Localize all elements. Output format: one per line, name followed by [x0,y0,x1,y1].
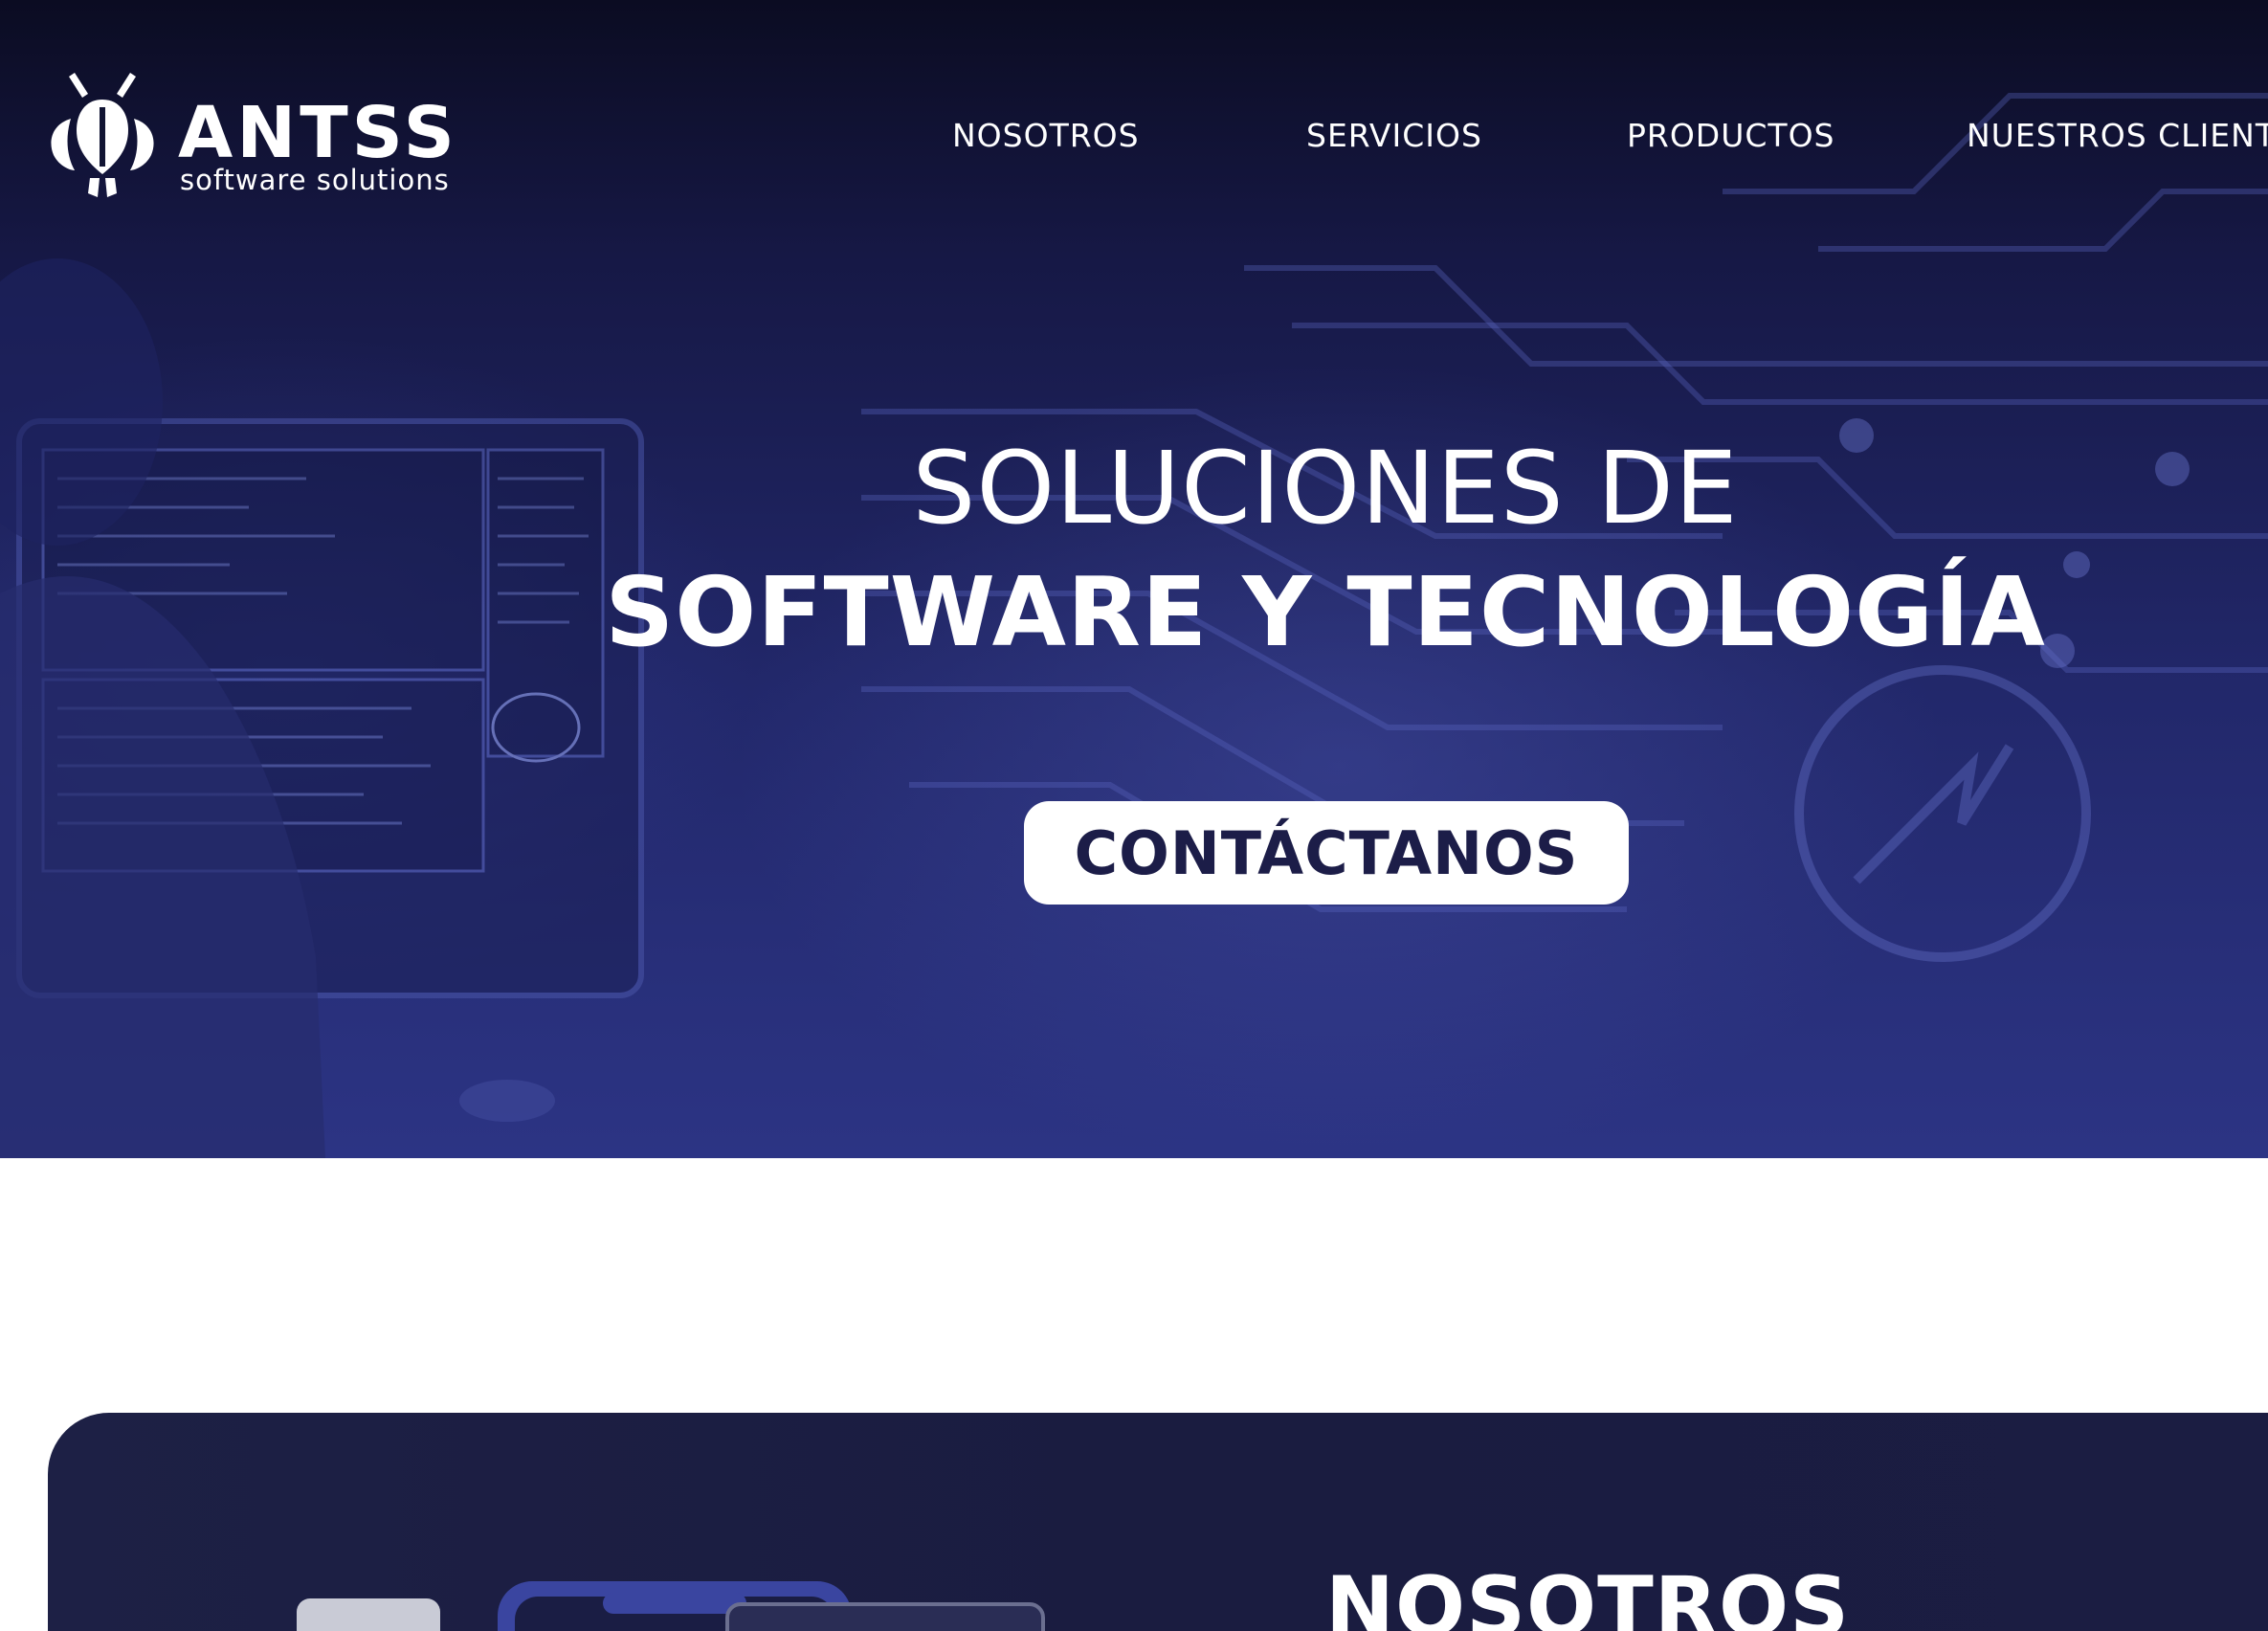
phone-mockup-image [297,1581,1045,1631]
hero-headline-line1: SOLUCIONES DE [912,430,1739,547]
hero-section: ANTSS software solutions NOSOTROS SERVIC… [0,0,2268,1158]
nav-item-productos[interactable]: PRODUCTOS [1627,117,1835,154]
about-section: NOSOTROS [48,1413,2268,1631]
about-title: NOSOTROS [1325,1559,1851,1631]
nav-item-nosotros[interactable]: NOSOTROS [952,117,1140,154]
brand-tagline: software solutions [180,164,450,196]
main-nav: NOSOTROS SERVICIOS PRODUCTOS NUESTROS CL… [0,117,2268,155]
nav-item-servicios[interactable]: SERVICIOS [1306,117,1482,154]
nav-item-nuestros-clientes[interactable]: NUESTROS CLIENT [1967,117,2268,154]
contact-button[interactable]: CONTÁCTANOS [1024,801,1629,905]
hero-headline-line2: SOFTWARE Y TECNOLOGÍA [605,556,2046,668]
